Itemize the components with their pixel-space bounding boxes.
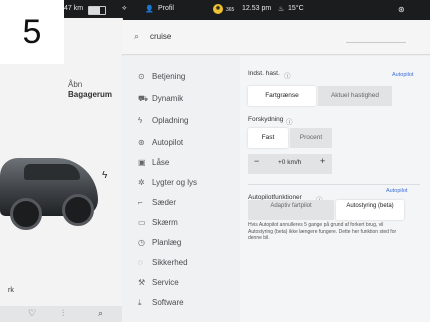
- car-icon: ⛟: [138, 94, 149, 103]
- menu-item-laase[interactable]: ▣ Låse: [138, 158, 169, 167]
- download-icon: ⤓: [138, 298, 142, 307]
- minus-button[interactable]: −: [254, 156, 259, 166]
- settings-panel: Indst. hast. ⓘ Autopilot Fartgrænse Aktu…: [240, 56, 430, 322]
- divider: [248, 184, 420, 185]
- wheel-icon: [10, 198, 42, 230]
- status-bar: 47 km ⟡ 👤 Profil ✺ 365 12.53 pm ♨ 15°C ⊛: [0, 0, 430, 20]
- step-number-badge: 5: [0, 0, 64, 64]
- autopilot-description: Hvis Autopilot annulleres 5 gange på gru…: [248, 222, 397, 241]
- battery-icon: [88, 6, 106, 15]
- clock-time: 12.53 pm: [242, 5, 272, 12]
- shield-icon: ◌: [138, 258, 143, 267]
- charge-port-icon[interactable]: ϟ: [102, 170, 107, 181]
- menu-item-dynamik[interactable]: ⛟ Dynamik: [138, 94, 183, 104]
- ap-option-adaptiv[interactable]: Adaptiv fartpilot: [248, 200, 334, 220]
- seat-icon: ⌐: [138, 198, 143, 207]
- divider: [346, 42, 406, 43]
- menu-item-saeder[interactable]: ⌐ Sæder: [138, 198, 176, 207]
- car-window: [24, 164, 80, 180]
- menu-item-skaerm[interactable]: ▭ Skærm: [138, 218, 178, 227]
- menu-item-planlaeg[interactable]: ◷ Planlæg: [138, 238, 181, 247]
- clock-icon: ◷: [138, 238, 145, 247]
- ap-option-autostyring[interactable]: Autostyring (beta): [336, 200, 404, 220]
- screen: 47 km ⟡ 👤 Profil ✺ 365 12.53 pm ♨ 15°C ⊛…: [0, 0, 430, 322]
- settings-menu: ⊙ Betjening ⛟ Dynamik ϟ Opladning ⊛ Autopilo…: [122, 56, 240, 322]
- offset-value: +0 km/h: [278, 159, 302, 166]
- wheel-icon: [62, 194, 94, 226]
- open-label: Åbn: [68, 80, 83, 89]
- profile-icon[interactable]: 👤: [145, 5, 154, 13]
- range-text: 47 km: [64, 5, 84, 12]
- tesla-logo-icon: ⟡: [122, 5, 127, 12]
- set-speed-link[interactable]: Autopilot: [392, 72, 413, 78]
- light-icon: ✲: [138, 178, 145, 187]
- left-partial-text: rk: [8, 287, 14, 294]
- set-speed-label: Indst. hast.: [248, 70, 280, 77]
- menu-item-opladning[interactable]: ϟ Opladning: [138, 116, 188, 125]
- info-icon[interactable]: ⓘ: [284, 70, 291, 80]
- airbag-icon: ⊛: [398, 5, 405, 14]
- trunk-label: Bagagerum: [68, 90, 113, 99]
- bolt-icon: ϟ: [138, 116, 143, 125]
- menu-item-service[interactable]: ⚒ Service: [138, 278, 179, 287]
- toggle-icon: ⊙: [138, 72, 145, 81]
- profile-name[interactable]: Profil: [158, 5, 174, 12]
- offset-option-fast[interactable]: Fast: [248, 128, 288, 148]
- menu-item-software[interactable]: ⤓ Software: [138, 298, 184, 308]
- temp-icon: ♨: [278, 6, 285, 13]
- info-icon[interactable]: ⓘ: [286, 116, 293, 126]
- plus-button[interactable]: +: [320, 156, 325, 166]
- bottom-bar: ♡ ⫶ ⌕: [0, 306, 122, 322]
- search-input[interactable]: cruise: [150, 32, 171, 41]
- lock-icon: ▣: [138, 158, 146, 167]
- menu-item-autopilot[interactable]: ⊛ Autopilot: [138, 138, 183, 147]
- offset-label: Forskydning: [248, 116, 284, 123]
- menu-item-sikkerhed[interactable]: ◌ Sikkerhed: [138, 258, 188, 267]
- offset-stepper: − +0 km/h +: [248, 154, 332, 174]
- fan-icon[interactable]: ✺: [213, 4, 223, 14]
- menu-item-betjening[interactable]: ⊙ Betjening: [138, 72, 185, 81]
- search-bar[interactable]: ⌕ cruise: [122, 20, 430, 55]
- outside-temp: 15°C: [288, 5, 304, 12]
- search-icon: ⌕: [134, 31, 140, 41]
- fan-speed: 365: [226, 7, 235, 13]
- heart-icon[interactable]: ♡: [28, 308, 36, 319]
- set-speed-option-aktuel[interactable]: Aktuel hastighed: [318, 86, 392, 106]
- open-trunk-button[interactable]: Åbn Bagagerum: [68, 80, 112, 100]
- screen-icon: ▭: [138, 218, 146, 227]
- ap-features-link[interactable]: Autopilot: [386, 188, 407, 194]
- search-icon[interactable]: ⌕: [98, 308, 103, 319]
- offset-option-procent[interactable]: Procent: [290, 128, 332, 148]
- set-speed-option-fartgraense[interactable]: Fartgrænse: [248, 86, 316, 106]
- equalizer-icon[interactable]: ⫶: [62, 308, 64, 319]
- steering-icon: ⊛: [138, 138, 145, 147]
- wrench-icon: ⚒: [138, 278, 146, 287]
- menu-item-lygter[interactable]: ✲ Lygter og lys: [138, 178, 197, 187]
